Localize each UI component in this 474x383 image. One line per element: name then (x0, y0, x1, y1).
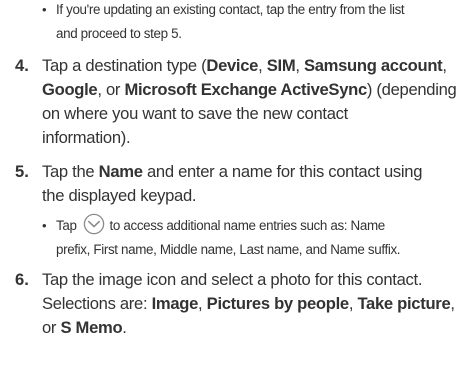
step-number: 4. (15, 56, 29, 75)
step-text-line4: information). (42, 128, 131, 147)
bullet-symbol: • (42, 218, 47, 233)
bullet-text-line2: prefix, First name, Middle name, Last na… (56, 242, 401, 257)
bullet-text-line2: and proceed to step 5. (56, 26, 182, 41)
step-number: 6. (15, 270, 29, 289)
step-text-line2: the displayed keypad. (42, 186, 197, 205)
field-name: Name (98, 162, 143, 181)
step-text-line2: Google, or Microsoft Exchange ActiveSync… (42, 80, 457, 99)
bullet-text-line1: If you're updating an existing contact, … (56, 2, 405, 17)
bullet-symbol: • (42, 2, 47, 17)
manual-page: • If you're updating an existing contact… (0, 0, 474, 383)
step-text-line1: Tap a destination type (Device, SIM, Sam… (42, 56, 447, 75)
option-sim: SIM (266, 56, 296, 75)
option-pictures-by-people: Pictures by people (206, 294, 349, 313)
option-image: Image (151, 294, 199, 313)
step-text-line1: Tap the image icon and select a photo fo… (42, 270, 423, 289)
option-device: Device (206, 56, 259, 75)
step-text-line1: Tap the Name and enter a name for this c… (42, 162, 423, 181)
option-microsoft-exchange: Microsoft Exchange ActiveSync (124, 80, 367, 99)
step-text-line3: on where you want to save the new contac… (42, 104, 348, 123)
option-samsung-account: Samsung account (303, 56, 443, 75)
step-text-line2: Selections are: Image, Pictures by peopl… (42, 294, 455, 313)
step-text-line3: or S Memo. (42, 318, 127, 337)
chevron-down-circle-icon (80, 213, 108, 235)
bullet-text-line1: Tap to access additional name entries suc… (56, 214, 385, 238)
step-number: 5. (15, 162, 29, 181)
option-s-memo: S Memo (60, 318, 123, 337)
option-take-picture: Take picture (357, 294, 451, 313)
option-google: Google (42, 80, 98, 99)
